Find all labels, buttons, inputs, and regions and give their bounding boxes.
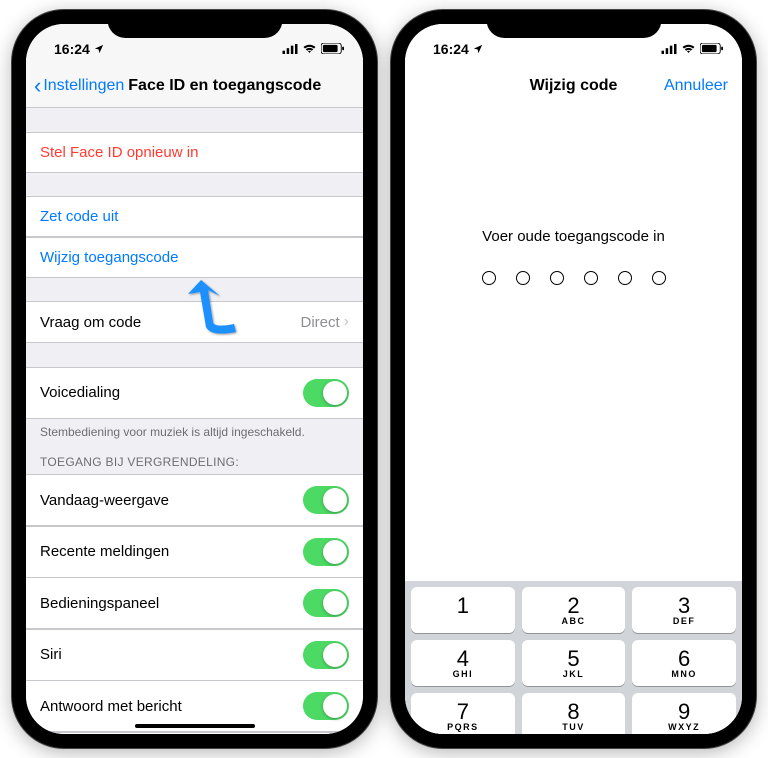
key-letters: JKL [563,669,585,679]
back-button[interactable]: ‹ Instellingen [34,75,124,97]
settings-list[interactable]: Stel Face ID opnieuw in Zet code uit Wij… [26,108,363,734]
passcode-dot [652,271,666,285]
keypad-key-1[interactable]: 1 [411,587,515,633]
key-number: 9 [678,701,690,723]
cellular-icon [282,41,298,57]
nav-bar: Wijzig code Annuleer [405,64,742,108]
lock-access-label: Vandaag-weergave [40,492,169,509]
lock-access-row: Bedieningspaneel [26,577,363,629]
passcode-dot [516,271,530,285]
screen-left: 16:24 ‹ Instellingen [26,24,363,734]
passcode-dot [618,271,632,285]
change-passcode[interactable]: Wijzig toegangscode [26,237,363,278]
passcode-dot [482,271,496,285]
passcode-area: Voer oude toegangscode in 1 2ABC3DEF4GHI… [405,108,742,734]
key-letters: TUV [562,722,585,732]
lock-access-row: Vandaag-weergave [26,474,363,526]
lock-access-toggle[interactable] [303,589,349,617]
home-indicator[interactable] [135,724,255,728]
passcode-prompt: Voer oude toegangscode in [405,228,742,245]
numeric-keypad: 1 2ABC3DEF4GHI5JKL6MNO7PQRS8TUV9WXYZ0 [405,581,742,734]
nav-title: Wijzig code [530,77,618,95]
keypad-key-8[interactable]: 8TUV [522,693,626,734]
lock-access-header: TOEGANG BIJ VERGRENDELING: [26,441,363,475]
key-number: 2 [567,595,579,617]
screen-right: 16:24 Wijzig code Annuleer [405,24,742,734]
key-letters: WXYZ [668,722,700,732]
lock-access-toggle[interactable] [303,538,349,566]
lock-access-row: Woningbeheer [26,732,363,735]
chevron-right-icon: › [344,313,349,331]
lock-access-toggle[interactable] [303,692,349,720]
lock-access-label: Siri [40,646,62,663]
require-value: Direct [301,314,340,331]
keypad-key-7[interactable]: 7PQRS [411,693,515,734]
cancel-button[interactable]: Annuleer [664,77,734,95]
key-letters: GHI [453,669,474,679]
voicedial-note: Stembediening voor muziek is altijd inge… [26,419,363,441]
nav-bar: ‹ Instellingen Face ID en toegangscode [26,64,363,108]
key-letters: ABC [561,616,585,626]
turn-passcode-off[interactable]: Zet code uit [26,196,363,237]
nav-title: Face ID en toegangscode [128,77,321,95]
keypad-key-9[interactable]: 9WXYZ [632,693,736,734]
key-number: 4 [457,648,469,670]
lock-access-toggle[interactable] [303,641,349,669]
passcode-dot [584,271,598,285]
reset-face-id[interactable]: Stel Face ID opnieuw in [26,132,363,173]
back-label: Instellingen [43,77,124,95]
key-number: 5 [567,648,579,670]
require-label: Vraag om code [40,314,141,331]
location-icon [473,41,483,57]
key-letters: MNO [671,669,697,679]
keypad-key-4[interactable]: 4GHI [411,640,515,686]
voicedialing-row: Voicedialing [26,367,363,419]
keypad-key-2[interactable]: 2ABC [522,587,626,633]
voicedial-label: Voicedialing [40,384,120,401]
status-time: 16:24 [54,41,90,57]
location-icon [94,41,104,57]
keypad-key-3[interactable]: 3DEF [632,587,736,633]
lock-access-label: Recente meldingen [40,543,169,560]
notch [486,10,661,38]
key-letters: PQRS [447,722,479,732]
require-passcode[interactable]: Vraag om code Direct › [26,301,363,343]
keypad-key-6[interactable]: 6MNO [632,640,736,686]
wifi-icon [302,41,317,57]
key-number: 3 [678,595,690,617]
chevron-left-icon: ‹ [34,75,41,97]
passcode-dot [550,271,564,285]
notch [107,10,282,38]
voicedial-toggle[interactable] [303,379,349,407]
cellular-icon [661,41,677,57]
lock-access-row: Siri [26,629,363,681]
status-time: 16:24 [433,41,469,57]
lock-access-toggle[interactable] [303,486,349,514]
key-letters: DEF [673,616,696,626]
passcode-dots [405,271,742,285]
key-number: 1 [457,595,469,617]
lock-access-label: Bedieningspaneel [40,595,159,612]
lock-access-label: Antwoord met bericht [40,698,182,715]
battery-icon [700,41,724,57]
key-number: 7 [457,701,469,723]
phone-right: 16:24 Wijzig code Annuleer [391,10,756,748]
phone-left: 16:24 ‹ Instellingen [12,10,377,748]
wifi-icon [681,41,696,57]
lock-access-row: Recente meldingen [26,526,363,578]
key-number: 8 [567,701,579,723]
key-number: 6 [678,648,690,670]
battery-icon [321,41,345,57]
keypad-key-5[interactable]: 5JKL [522,640,626,686]
